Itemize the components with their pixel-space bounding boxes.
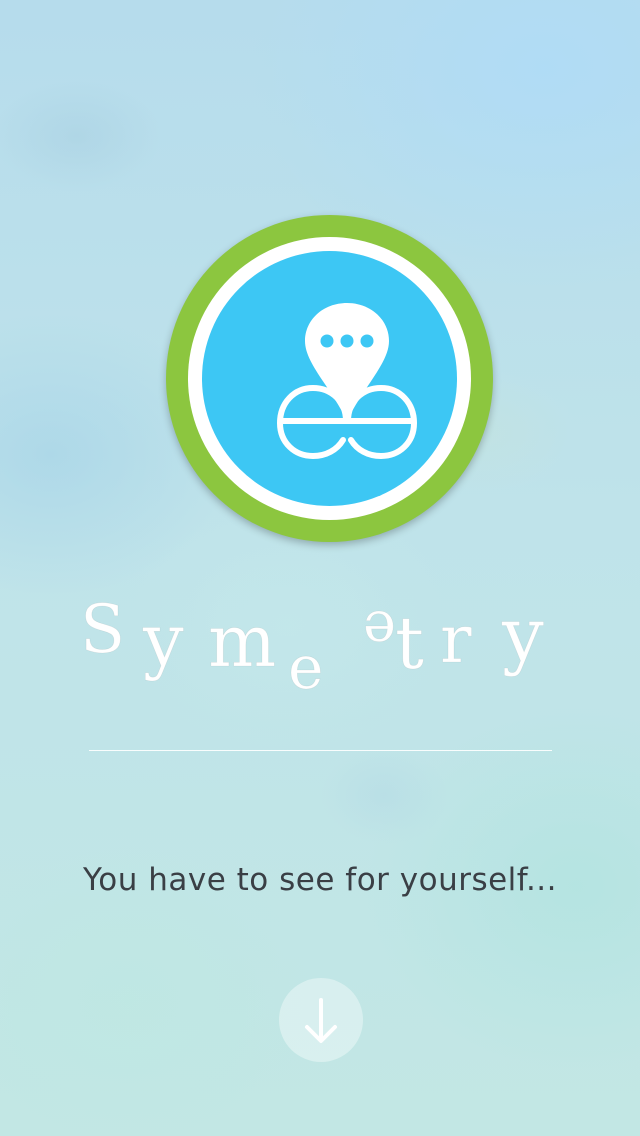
wordmark-letter: m [208, 599, 276, 683]
logo-blue-circle [202, 251, 457, 506]
wordmark-letter: S [80, 591, 125, 668]
tagline: You have to see for yourself... [82, 862, 558, 898]
arrow-down-icon [305, 998, 337, 1043]
wordmark-letter: y [142, 598, 184, 682]
wordmark-letter: y [501, 592, 544, 678]
divider-line [89, 750, 552, 751]
wordmark-letter: e [363, 598, 396, 663]
wordmark-letter: t [395, 601, 424, 685]
blurred-map-background [0, 0, 640, 1136]
logo-white-ring [188, 237, 471, 520]
scroll-down-button[interactable] [279, 978, 363, 1062]
eye-pin-logo-icon [276, 303, 418, 460]
wordmark-letter: r [440, 601, 472, 678]
app-logo [166, 215, 493, 542]
wordmark-letter: e [288, 633, 324, 703]
app-wordmark: S y m e e t r y [0, 590, 640, 710]
